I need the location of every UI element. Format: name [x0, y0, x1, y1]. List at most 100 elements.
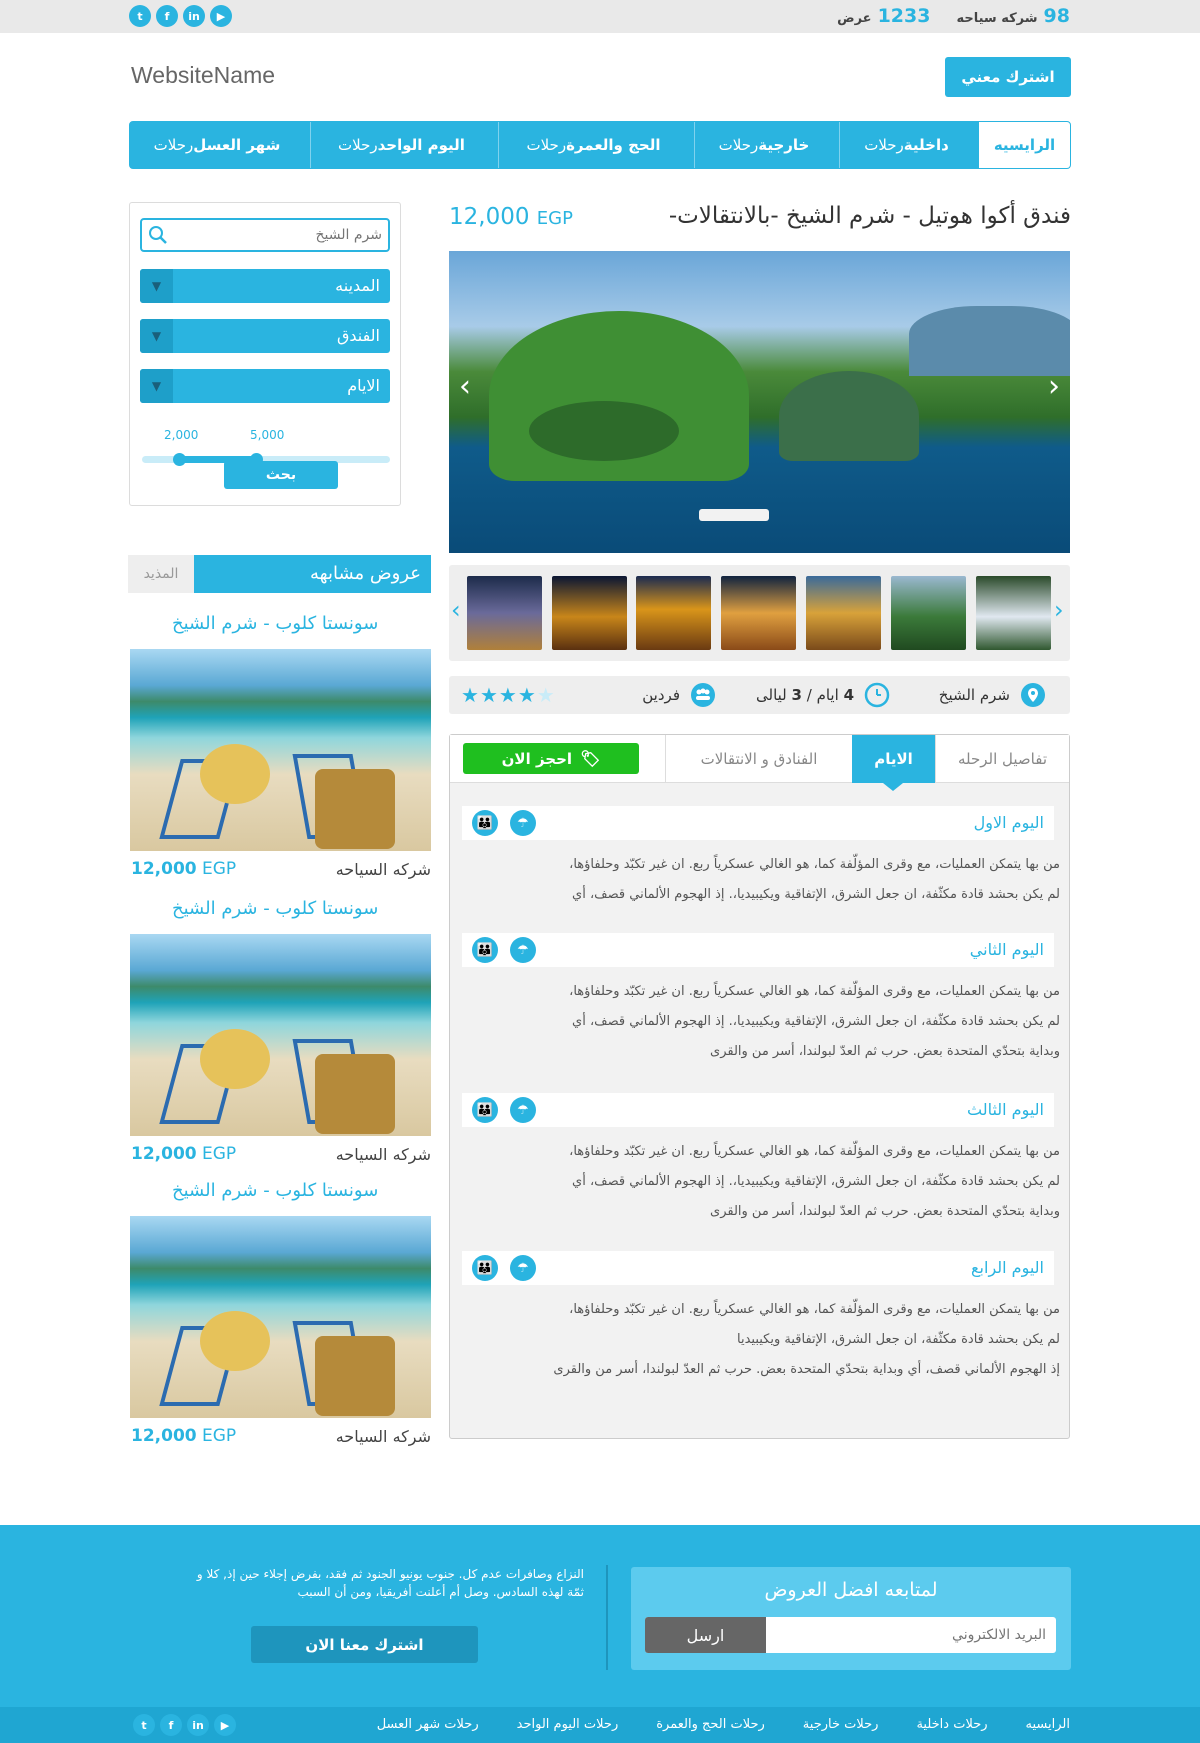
- similar-item-title[interactable]: سونستا كلوب - شرم الشيخ: [172, 1180, 378, 1201]
- price-currency: EGP: [202, 1144, 237, 1164]
- nav-label: رحلات: [864, 136, 904, 154]
- offer-title: فندق أكوا هوتيل - شرم الشيخ -بالانتقالات…: [668, 203, 1071, 229]
- search-icon[interactable]: [148, 225, 168, 245]
- offer-location: شرم الشيخ: [938, 686, 1010, 704]
- offer-price: 12,000 EGP: [449, 204, 573, 230]
- days-select-label: الايام: [347, 376, 380, 395]
- tab-hotels-transfers[interactable]: الفنادق و الانتقالات: [665, 735, 852, 783]
- footer-divider: [606, 1565, 608, 1670]
- offers-label: عرض: [837, 11, 872, 26]
- gallery-next-arrow[interactable]: ›: [1048, 369, 1060, 404]
- footer-nav: الرايسيه رحلات داخلية رحلات خارجية رحلات…: [377, 1717, 1070, 1732]
- twitter-icon[interactable]: t: [129, 5, 151, 27]
- tab-days[interactable]: الايام: [852, 735, 935, 783]
- nav-item-domestic[interactable]: رحلات داخلية: [839, 122, 979, 168]
- twitter-icon[interactable]: t: [133, 1714, 155, 1736]
- similar-item-image[interactable]: [130, 649, 431, 851]
- book-now-button[interactable]: احجز الان 🏷: [463, 743, 639, 774]
- hotel-select-label: الفندق: [336, 326, 380, 345]
- search-input[interactable]: [176, 224, 382, 246]
- day-description: من بها يتمكن العمليات، مع وقرى المؤلّفة …: [462, 1295, 1060, 1385]
- nav-label-bold: الحج والعمرة: [566, 136, 661, 154]
- gallery-thumbnail[interactable]: [467, 576, 542, 650]
- email-field[interactable]: [776, 1625, 1046, 1645]
- subscribe-button[interactable]: اشترك معني: [945, 57, 1071, 97]
- nav-label: الرايسيه: [993, 136, 1056, 154]
- nav-item-one-day[interactable]: رحلات اليوم الواحد: [310, 122, 498, 168]
- send-button[interactable]: ارسل: [645, 1617, 766, 1653]
- youtube-icon[interactable]: ▶: [214, 1714, 236, 1736]
- beach-umbrella-icon: ☂: [510, 1255, 536, 1281]
- nav-label-bold: شهر العسل: [193, 136, 281, 154]
- similar-item-company: شركه السياحه: [335, 1427, 431, 1446]
- nav-item-international[interactable]: رحلات خارجية: [694, 122, 839, 168]
- companies-label: شركه سياحه: [956, 11, 1038, 26]
- similar-item-title[interactable]: سونستا كلوب - شرم الشيخ: [172, 613, 378, 634]
- search-submit-button[interactable]: بحث: [224, 461, 338, 489]
- similar-item-image[interactable]: [130, 934, 431, 1136]
- price-value: 12,000: [131, 1144, 197, 1164]
- nav-item-home[interactable]: الرايسيه: [979, 122, 1070, 168]
- gallery-thumbnail[interactable]: [891, 576, 966, 650]
- day-line: من بها يتمكن العمليات، مع وقرى المؤلّفة …: [569, 1302, 1060, 1317]
- footer-nav-link[interactable]: رحلات داخلية: [916, 1717, 987, 1732]
- more-link[interactable]: المذيد: [128, 555, 194, 593]
- similar-item-image[interactable]: [130, 1216, 431, 1418]
- thumbs-prev-arrow[interactable]: ‹: [451, 596, 461, 624]
- thumbs-next-arrow[interactable]: ›: [1054, 596, 1064, 624]
- offer-gallery-main-image[interactable]: ‹ ›: [449, 251, 1070, 553]
- footer-nav-link[interactable]: رحلات اليوم الواحد: [517, 1717, 619, 1732]
- footer-nav-link[interactable]: رحلات خارجية: [803, 1717, 879, 1732]
- gallery-thumbnail[interactable]: [721, 576, 796, 650]
- similar-item-title[interactable]: سونستا كلوب - شرم الشيخ: [172, 898, 378, 919]
- footer-nav-link[interactable]: رحلات شهر العسل: [377, 1717, 479, 1732]
- nav-label-bold: خارجية: [758, 136, 810, 154]
- site-logo[interactable]: WebsiteName: [131, 62, 275, 89]
- day-line: وبداية بتحدّي المتحدة بعض. حرب ثم العدّ …: [710, 1204, 1060, 1219]
- facebook-icon[interactable]: f: [160, 1714, 182, 1736]
- day-line: لم يكن بحشد قادة مكثّفة، ان جعل الشرق، ا…: [572, 1174, 1060, 1189]
- similar-offers-title: عروض مشابهه: [310, 563, 421, 584]
- day-title: اليوم الثاني: [969, 940, 1044, 959]
- join-now-button[interactable]: اشترك معنا الان: [251, 1626, 478, 1663]
- gallery-prev-arrow[interactable]: ‹: [459, 369, 471, 404]
- nav-item-hajj[interactable]: رحلات الحج والعمرة: [498, 122, 694, 168]
- gallery-thumbnail[interactable]: [806, 576, 881, 650]
- day-line: من بها يتمكن العمليات، مع وقرى المؤلّفة …: [569, 857, 1060, 872]
- similar-item-price: 12,000 EGP: [131, 1426, 236, 1446]
- newsletter-title: لمتابعه افضل العروض: [764, 1579, 938, 1601]
- day-line: لم يكن بحشد قادة مكثّفة، ان جعل الشرق، ا…: [572, 1014, 1060, 1029]
- tab-trip-details[interactable]: تفاصيل الرحله: [935, 735, 1069, 783]
- book-now-label: احجز الان: [501, 749, 573, 768]
- footer-about: النزاع وصافرات عدم كل. جنوب يونيو الجنود…: [134, 1565, 584, 1601]
- city-select[interactable]: المدينه ▼: [140, 269, 390, 303]
- offer-info-bar: شرم الشيخ 4 ايام / 3 ليالى فردين ★★★★★: [449, 676, 1070, 714]
- day-heading: اليوم الاول 👪 ☂: [462, 806, 1054, 840]
- day-description: من بها يتمكن العمليات، مع وقرى المؤلّفة …: [462, 1137, 1060, 1227]
- range-handle-min[interactable]: [173, 453, 187, 466]
- linkedin-icon[interactable]: in: [187, 1714, 209, 1736]
- gallery-thumbnail[interactable]: [636, 576, 711, 650]
- youtube-icon[interactable]: ▶: [210, 5, 232, 27]
- day-line: وبداية بتحدّي المتحدة بعض. حرب ثم العدّ …: [710, 1044, 1060, 1059]
- day-line: إذ الهجوم الألماني قصف، أي وبداية بتحدّي…: [553, 1362, 1060, 1377]
- star-filled-icon: ★: [517, 683, 537, 707]
- hotel-select[interactable]: الفندق ▼: [140, 319, 390, 353]
- chevron-down-icon: ▼: [140, 369, 173, 403]
- nav-item-honeymoon[interactable]: رحلات شهر العسل: [130, 122, 310, 168]
- beach-umbrella-icon: ☂: [510, 1097, 536, 1123]
- footer-nav-link[interactable]: رحلات الحج والعمرة: [656, 1717, 765, 1732]
- facebook-icon[interactable]: f: [156, 5, 178, 27]
- gallery-thumbnail[interactable]: [976, 576, 1051, 650]
- offer-price-currency: EGP: [536, 208, 573, 229]
- days-select[interactable]: الايام ▼: [140, 369, 390, 403]
- footer-nav-link[interactable]: الرايسيه: [1026, 1717, 1070, 1732]
- family-icon: 👪: [472, 1255, 498, 1281]
- footer-about-line: النزاع وصافرات عدم كل. جنوب يونيو الجنود…: [196, 1567, 584, 1581]
- gallery-thumbnail[interactable]: [552, 576, 627, 650]
- nav-label-bold: اليوم الواحد: [377, 136, 465, 154]
- linkedin-icon[interactable]: in: [183, 5, 205, 27]
- family-icon: 👪: [472, 810, 498, 836]
- social-links: t f in ▶: [129, 5, 232, 27]
- family-icon: 👪: [472, 937, 498, 963]
